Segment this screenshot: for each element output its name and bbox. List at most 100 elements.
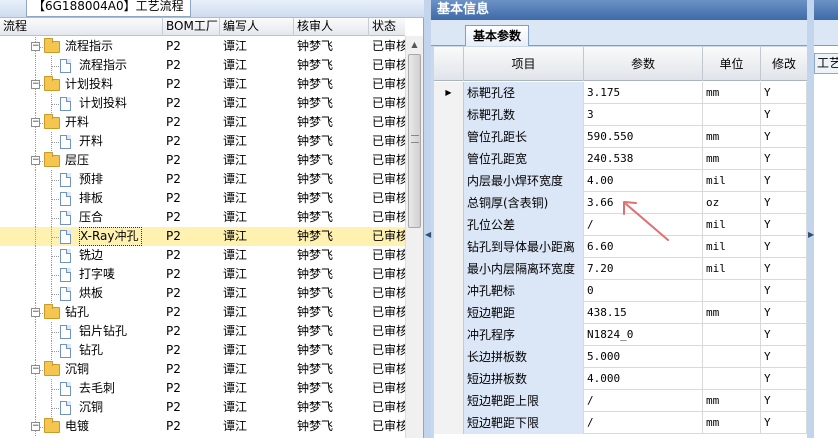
param-value-cell[interactable]: 5.000 [584,346,703,368]
grid-row[interactable]: 短边靶距下限 / mm Y [434,412,807,434]
column-header-unit[interactable]: 单位 [703,47,761,81]
param-value-cell[interactable]: 3 [584,104,703,126]
param-modify-cell[interactable]: Y [761,324,807,346]
param-modify-cell[interactable]: Y [761,236,807,258]
row-selector[interactable] [434,280,464,302]
grid-row[interactable]: 标靶孔数 3 Y [434,104,807,126]
row-selector[interactable] [434,302,464,324]
param-modify-cell[interactable]: Y [761,412,807,434]
param-value-cell[interactable]: 3.175 [584,82,703,104]
row-selector[interactable] [434,104,464,126]
column-header-status[interactable]: 状态 [369,18,405,36]
tree-row[interactable]: 铣边 P2 谭江 钟梦飞 已审核 [0,246,405,265]
grid-row[interactable]: 短边靶距上限 / mm Y [434,390,807,412]
tree-row[interactable]: 开料 P2 谭江 钟梦飞 已审核 [0,132,405,151]
tree-row[interactable]: 流程指示 P2 谭江 钟梦飞 已审核 [0,56,405,75]
tree-row[interactable]: − 流程指示 P2 谭江 钟梦飞 已审核 [0,37,405,56]
collapse-toggle-icon[interactable]: − [31,422,40,431]
row-selector[interactable] [434,170,464,192]
collapse-toggle-icon[interactable]: − [31,308,40,317]
param-value-cell[interactable]: 590.550 [584,126,703,148]
grid-row[interactable]: 短边靶距 438.15 mm Y [434,302,807,324]
row-selector[interactable] [434,324,464,346]
tree-row[interactable]: 沉铜 P2 谭江 钟梦飞 已审核 [0,398,405,417]
tree-row[interactable]: 钻孔 P2 谭江 钟梦飞 已审核 [0,341,405,360]
tree-row[interactable]: − 计划投料 P2 谭江 钟梦飞 已审核 [0,75,405,94]
collapse-right-icon[interactable]: ▶ [808,230,814,239]
param-value-cell[interactable]: / [584,390,703,412]
row-selector[interactable] [434,236,464,258]
param-modify-cell[interactable]: Y [761,302,807,324]
right-splitter[interactable]: ▶ [807,0,814,438]
tree-row[interactable]: 计划投料 P2 谭江 钟梦飞 已审核 [0,94,405,113]
grid-row[interactable]: 管位孔距长 590.550 mm Y [434,126,807,148]
param-modify-cell[interactable]: Y [761,126,807,148]
param-value-cell[interactable]: 438.15 [584,302,703,324]
row-selector[interactable] [434,192,464,214]
grid-row[interactable]: 冲孔靶标 0 Y [434,280,807,302]
param-modify-cell[interactable]: Y [761,368,807,390]
collapse-left-icon[interactable]: ◀ [425,230,431,239]
tab-process[interactable]: 工艺 [814,53,838,74]
row-selector[interactable] [434,346,464,368]
scroll-thumb[interactable] [408,54,421,228]
row-selector[interactable] [434,258,464,280]
row-selector[interactable] [434,390,464,412]
tree-row[interactable]: X-Ray冲孔 P2 谭江 钟梦飞 已审核 [0,227,405,246]
row-pointer-icon[interactable]: ▶ [434,82,464,104]
param-modify-cell[interactable]: Y [761,214,807,236]
tree-row[interactable]: 预排 P2 谭江 钟梦飞 已审核 [0,170,405,189]
param-value-cell[interactable]: 4.000 [584,368,703,390]
column-header-reviewer[interactable]: 核审人 [294,18,369,36]
param-modify-cell[interactable]: Y [761,390,807,412]
column-header-item[interactable]: 项目 [464,47,584,81]
param-modify-cell[interactable]: Y [761,192,807,214]
param-value-cell[interactable]: / [584,412,703,434]
panel-splitter[interactable]: ◀ [424,0,431,438]
tree-row[interactable]: − 钻孔 P2 谭江 钟梦飞 已审核 [0,303,405,322]
row-selector[interactable] [434,412,464,434]
row-selector[interactable] [434,214,464,236]
param-modify-cell[interactable]: Y [761,82,807,104]
param-value-cell[interactable]: 7.20 [584,258,703,280]
tree-row[interactable]: 排板 P2 谭江 钟梦飞 已审核 [0,189,405,208]
tree-row[interactable]: 打字唛 P2 谭江 钟梦飞 已审核 [0,265,405,284]
collapse-toggle-icon[interactable]: − [31,365,40,374]
tree-row[interactable]: 去毛刺 P2 谭江 钟梦飞 已审核 [0,379,405,398]
column-header-param[interactable]: 参数 [584,47,703,81]
tree-row[interactable]: 压合 P2 谭江 钟梦飞 已审核 [0,208,405,227]
param-value-cell[interactable]: 0 [584,280,703,302]
param-modify-cell[interactable]: Y [761,170,807,192]
grid-row[interactable]: ▶ 标靶孔径 3.175 mm Y [434,82,807,104]
row-selector[interactable] [434,148,464,170]
param-modify-cell[interactable]: Y [761,346,807,368]
grid-row[interactable]: 长边拼板数 5.000 Y [434,346,807,368]
tree-row[interactable]: 铝片钻孔 P2 谭江 钟梦飞 已审核 [0,322,405,341]
tree-row[interactable]: − 层压 P2 谭江 钟梦飞 已审核 [0,151,405,170]
grid-row[interactable]: 管位孔距宽 240.538 mm Y [434,148,807,170]
column-header-flow[interactable]: 流程 [0,18,163,36]
tab-basic-params[interactable]: 基本参数 [465,25,529,46]
tree-row[interactable]: − 电镀 P2 谭江 钟梦飞 已审核 [0,417,405,436]
collapse-toggle-icon[interactable]: − [31,118,40,127]
scroll-up-icon[interactable]: ▲ [406,36,423,53]
tree-scrollbar[interactable]: ▲ [405,36,423,438]
grid-row[interactable]: 冲孔程序 N1824_0 Y [434,324,807,346]
tree-row[interactable]: 烘板 P2 谭江 钟梦飞 已审核 [0,284,405,303]
row-selector[interactable] [434,368,464,390]
tree-row[interactable]: − 开料 P2 谭江 钟梦飞 已审核 [0,113,405,132]
process-flow-tab[interactable]: 【6G188004A0】工艺流程 [26,0,191,17]
collapse-toggle-icon[interactable]: − [31,80,40,89]
param-modify-cell[interactable]: Y [761,258,807,280]
param-modify-cell[interactable]: Y [761,104,807,126]
grid-row[interactable]: 短边拼板数 4.000 Y [434,368,807,390]
row-selector[interactable] [434,126,464,148]
param-modify-cell[interactable]: Y [761,148,807,170]
param-value-cell[interactable]: 240.538 [584,148,703,170]
param-value-cell[interactable]: 4.00 [584,170,703,192]
param-modify-cell[interactable]: Y [761,280,807,302]
grid-row[interactable]: 最小内层隔离环宽度 7.20 mil Y [434,258,807,280]
collapse-toggle-icon[interactable]: − [31,42,40,51]
column-header-modify[interactable]: 修改 [761,47,807,81]
collapse-toggle-icon[interactable]: − [31,156,40,165]
